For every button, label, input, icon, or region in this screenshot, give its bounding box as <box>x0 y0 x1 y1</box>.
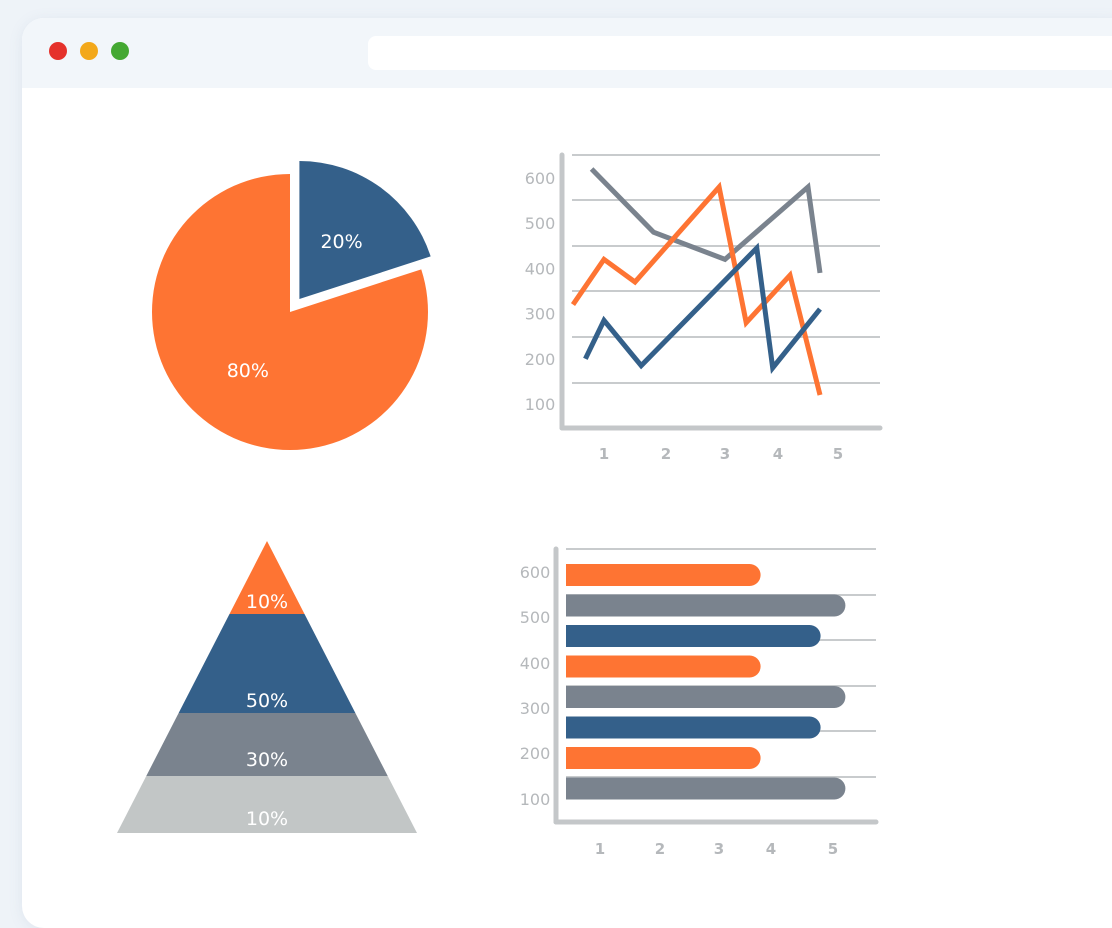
x-tick-label: 4 <box>773 445 783 463</box>
pie-chart: 20% 80% <box>152 161 431 451</box>
pyramid-level-label: 10% <box>246 808 288 830</box>
bar <box>566 625 821 647</box>
pie-slice-label: 20% <box>320 231 362 253</box>
y-tick-label: 200 <box>520 744 551 763</box>
x-tick-label: 4 <box>766 840 776 858</box>
y-tick-label: 500 <box>520 608 551 627</box>
bar <box>566 777 846 800</box>
x-tick-label: 5 <box>833 445 843 463</box>
x-tick-label: 2 <box>661 445 671 463</box>
dashboard-charts: 20% 80% 600 500 400 300 200 100 1 2 3 4 5 10% 50% 30%… <box>117 152 883 858</box>
x-tick-label: 5 <box>828 840 838 858</box>
pie-slice-label: 80% <box>227 360 269 382</box>
bar <box>566 594 846 617</box>
bar <box>566 716 821 739</box>
y-tick-label: 400 <box>520 654 551 673</box>
y-tick-label: 300 <box>525 305 556 324</box>
bar <box>566 686 846 708</box>
pyramid-level-label: 50% <box>246 690 288 712</box>
x-tick-label: 3 <box>720 445 730 463</box>
bar <box>566 564 761 586</box>
bar <box>566 747 761 769</box>
line-series <box>589 167 823 274</box>
line-chart: 600 500 400 300 200 100 1 2 3 4 5 <box>525 152 883 463</box>
y-tick-label: 100 <box>520 790 551 809</box>
y-tick-label: 200 <box>525 350 556 369</box>
bar <box>566 655 761 678</box>
y-tick-label: 600 <box>520 563 551 582</box>
y-tick-label: 600 <box>525 169 556 188</box>
pyramid-level-label: 30% <box>246 749 288 771</box>
y-tick-label: 300 <box>520 699 551 718</box>
horizontal-bar-chart: 600 500 400 300 200 100 1 2 3 4 5 <box>520 546 879 858</box>
y-tick-label: 100 <box>525 395 556 414</box>
x-tick-label: 1 <box>595 840 605 858</box>
line-series <box>583 242 822 374</box>
pyramid-chart: 10% 50% 30% 10% <box>117 541 417 833</box>
x-tick-label: 1 <box>599 445 609 463</box>
x-tick-label: 3 <box>714 840 724 858</box>
y-tick-label: 500 <box>525 214 556 233</box>
pyramid-level-label: 10% <box>246 591 288 613</box>
x-tick-label: 2 <box>655 840 665 858</box>
y-tick-label: 400 <box>525 259 556 278</box>
